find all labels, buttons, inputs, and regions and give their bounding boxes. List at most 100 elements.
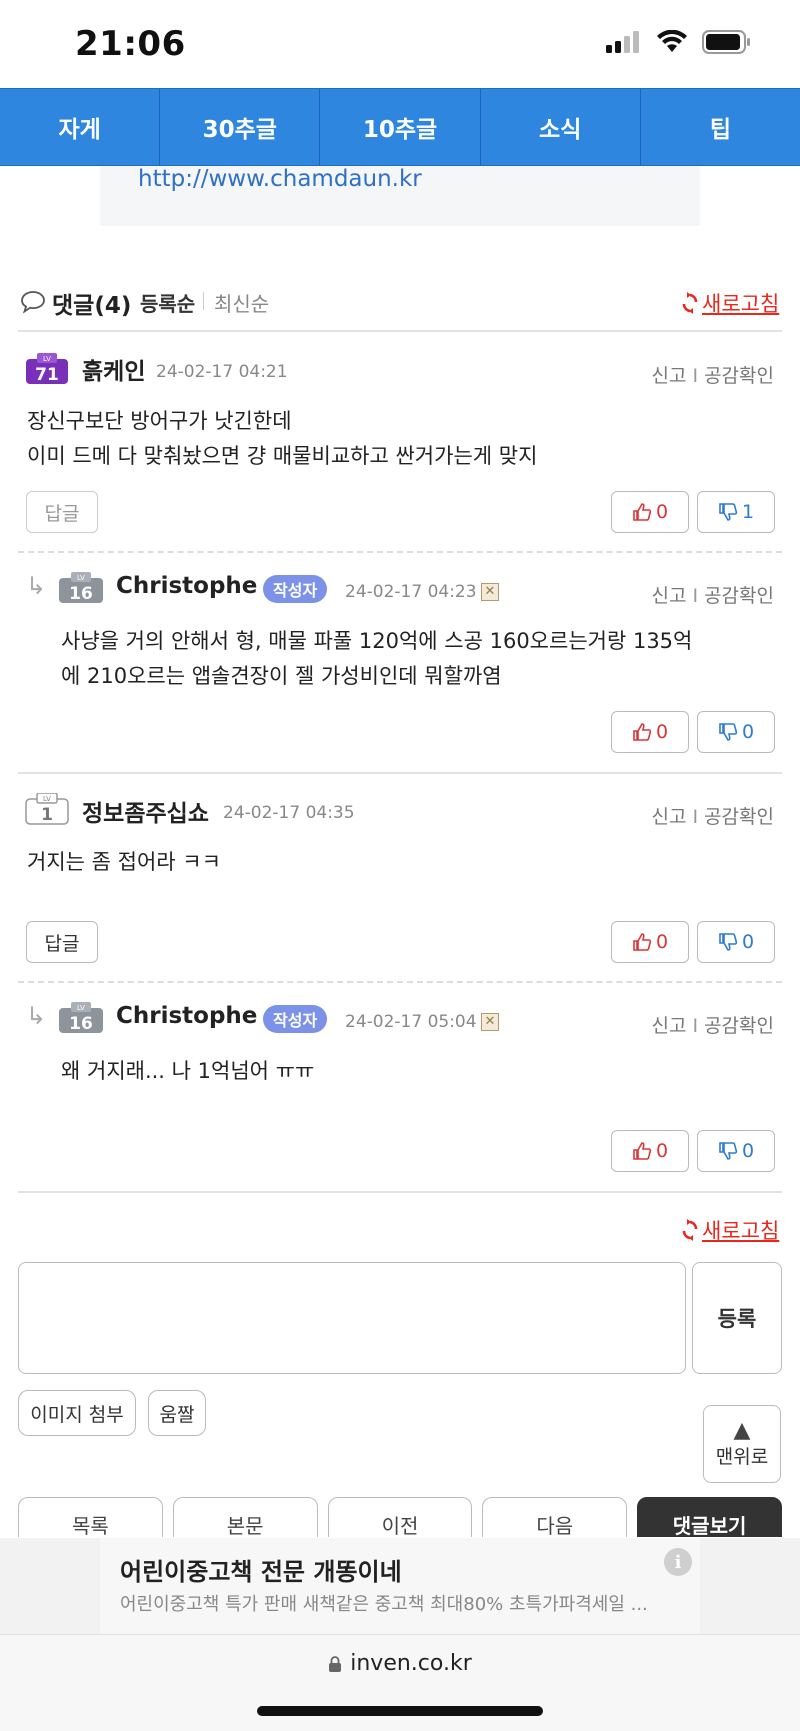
sort-by-latest[interactable]: 최신순	[214, 288, 269, 317]
comment-body: 장신구보단 방어구가 낫긴한데 이미 드메 다 맞춰놨으면 걍 매물비교하고 싼…	[27, 404, 537, 474]
likes-check-link[interactable]: 공감확인	[704, 365, 774, 387]
comment-nickname[interactable]: 정보좀주십쇼	[82, 794, 209, 828]
nav-item-10-recommend[interactable]: 10추글	[320, 89, 481, 165]
signal-icon	[606, 31, 639, 53]
gif-button[interactable]: 움짤	[148, 1390, 206, 1436]
nav-item-tips[interactable]: 팁	[641, 89, 800, 165]
comment-nickname[interactable]: Christophe	[116, 1003, 257, 1029]
likes-check-link[interactable]: 공감확인	[704, 1015, 774, 1037]
sort-by-registration[interactable]: 등록순	[140, 288, 195, 317]
url-display: inven.co.kr	[0, 1651, 800, 1676]
report-link[interactable]: 신고	[652, 806, 687, 828]
reply-button[interactable]: 답글	[26, 921, 98, 963]
comment-actions: 신고 I 공감확인	[652, 361, 775, 388]
report-link[interactable]: 신고	[652, 365, 687, 387]
refresh-button-top[interactable]: 새로고침	[682, 288, 779, 318]
thumbs-up-icon	[633, 503, 652, 521]
upvote-count: 0	[655, 501, 669, 523]
level-16-icon: LV 16	[59, 572, 103, 604]
likes-check-link[interactable]: 공감확인	[704, 806, 774, 828]
comments-header: 댓글(4) 등록순 최신순	[18, 282, 782, 332]
thumbs-down-icon	[719, 933, 738, 951]
ad-banner[interactable]: 어린이중고책 전문 개똥이네 어린이중고책 특가 판매 새책같은 중고책 최대8…	[0, 1538, 800, 1634]
comment-date: 24-02-17 04:35	[223, 803, 355, 823]
upvote-button[interactable]: 0	[611, 711, 689, 753]
home-indicator	[257, 1706, 543, 1716]
nav-item-free-board[interactable]: 자게	[0, 89, 161, 165]
comment-body: 사냥을 거의 안해서 형, 매물 파풀 120억에 스공 160오르는거랑 13…	[61, 624, 692, 694]
actions-divider: I	[692, 1015, 699, 1037]
comment-body: 왜 거지래... 나 1억넘어 ㅠㅠ	[61, 1054, 314, 1089]
comment-line: 장신구보단 방어구가 낫긴한데	[27, 409, 292, 433]
delete-x-icon[interactable]: ✕	[481, 583, 499, 601]
reply-arrow-icon: ↳	[26, 1002, 47, 1030]
upvote-button[interactable]: 0	[611, 491, 689, 533]
scroll-to-top-label: 맨위로	[715, 1445, 769, 1468]
comment-reply-item: ↳ LV 16 Christophe 작성자 24-02-17 05:04 ✕ …	[18, 1000, 782, 1180]
comment-date: 24-02-17 05:04	[345, 1012, 477, 1032]
ad-info-icon[interactable]: i	[664, 1548, 692, 1576]
ad-content: 어린이중고책 전문 개똥이네 어린이중고책 특가 판매 새책같은 중고책 최대8…	[100, 1538, 700, 1634]
reply-arrow-icon: ↳	[26, 572, 47, 600]
likes-check-link[interactable]: 공감확인	[704, 585, 774, 607]
level-1-icon: LV 1	[25, 793, 69, 825]
downvote-count: 1	[741, 501, 755, 523]
upvote-button[interactable]: 0	[611, 1130, 689, 1172]
comment-actions: 신고 I 공감확인	[652, 1011, 775, 1038]
comment-nickname[interactable]: 흙케인	[82, 352, 145, 386]
reply-button[interactable]: 답글	[26, 491, 98, 533]
battery-icon	[702, 30, 750, 54]
downvote-button[interactable]: 1	[697, 491, 775, 533]
ad-description: 어린이중고책 특가 판매 새책같은 중고책 최대80% 초특가파격세일 ...	[120, 1594, 648, 1615]
svg-text:LV: LV	[43, 795, 51, 803]
comments-end-divider	[18, 1191, 782, 1193]
upvote-count: 0	[655, 1140, 669, 1162]
refresh-label: 새로고침	[702, 292, 780, 316]
actions-divider: I	[692, 806, 699, 828]
report-link[interactable]: 신고	[652, 585, 687, 607]
ad-title: 어린이중고책 전문 개똥이네	[120, 1558, 402, 1586]
nav-item-news[interactable]: 소식	[481, 89, 641, 165]
refresh-button-bottom[interactable]: 새로고침	[682, 1215, 779, 1245]
refresh-label: 새로고침	[702, 1219, 780, 1243]
sort-divider	[203, 292, 204, 310]
delete-x-icon[interactable]: ✕	[481, 1013, 499, 1031]
lock-icon	[329, 1655, 342, 1672]
downvote-button[interactable]: 0	[697, 921, 775, 963]
tab-next[interactable]: 다음	[482, 1497, 628, 1537]
speech-bubble-icon	[21, 291, 45, 314]
comment-date: 24-02-17 04:23	[345, 582, 477, 602]
tab-previous[interactable]: 이전	[327, 1497, 473, 1537]
scroll-to-top-button[interactable]: ▲ 맨위로	[703, 1405, 781, 1483]
thumbs-up-icon	[633, 1142, 652, 1160]
refresh-icon	[682, 292, 698, 314]
article-link[interactable]: http://www.chamdaun.kr	[138, 166, 422, 192]
downvote-button[interactable]: 0	[697, 1130, 775, 1172]
status-time: 21:06	[75, 24, 186, 64]
upvote-count: 0	[655, 721, 669, 743]
comment-actions: 신고 I 공감확인	[652, 802, 775, 829]
upvote-count: 0	[655, 931, 669, 953]
tab-article[interactable]: 본문	[172, 1497, 318, 1537]
comment-input[interactable]	[18, 1262, 686, 1374]
downvote-count: 0	[741, 721, 755, 743]
article-link-box: http://www.chamdaun.kr	[100, 166, 700, 226]
level-16-icon: LV 16	[59, 1002, 103, 1034]
comment-nickname[interactable]: Christophe	[116, 573, 257, 599]
bottom-tabs: 목록 본문 이전 다음 댓글보기	[18, 1497, 782, 1537]
downvote-button[interactable]: 0	[697, 711, 775, 753]
thumbs-down-icon	[719, 503, 738, 521]
tab-list[interactable]: 목록	[18, 1497, 163, 1537]
browser-url-bar[interactable]: inven.co.kr	[0, 1634, 800, 1731]
author-badge: 작성자	[263, 575, 328, 603]
tab-view-comments[interactable]: 댓글보기	[637, 1497, 782, 1537]
comment-line: 거지는 좀 접어라 ㅋㅋ	[27, 850, 221, 874]
svg-text:16: 16	[69, 584, 93, 604]
comments-title: 댓글(4)	[52, 293, 132, 319]
upvote-button[interactable]: 0	[611, 921, 689, 963]
attach-image-button[interactable]: 이미지 첨부	[18, 1390, 136, 1436]
nav-item-30-recommend[interactable]: 30추글	[160, 89, 321, 165]
comment-item: LV 1 정보좀주십쇼 24-02-17 04:35 신고 I 공감확인 거지는 좀…	[18, 791, 782, 981]
report-link[interactable]: 신고	[652, 1015, 687, 1037]
submit-comment-button[interactable]: 등록	[692, 1262, 782, 1374]
